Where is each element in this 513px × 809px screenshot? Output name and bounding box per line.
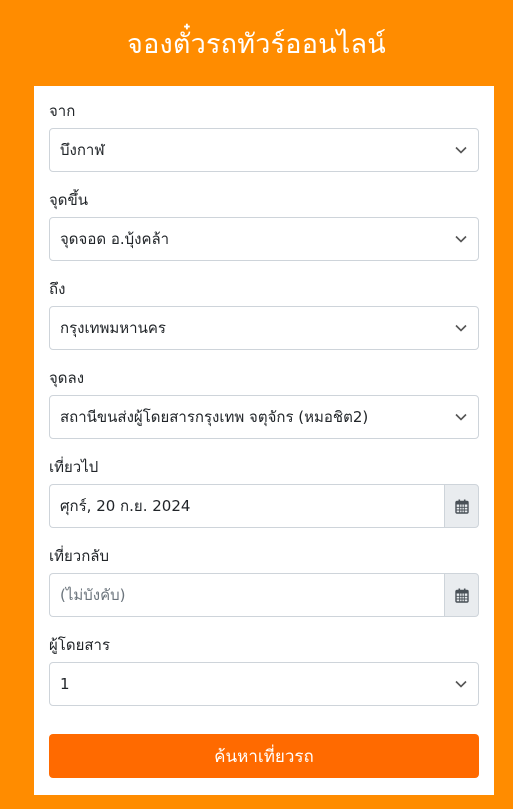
to-group: ถึง กรุงเทพมหานคร (49, 278, 479, 350)
dropoff-select[interactable]: สถานีขนส่งผู้โดยสารกรุงเทพ จตุจักร (หมอช… (49, 395, 479, 439)
return-label: เที่ยวกลับ (49, 547, 110, 565)
search-trips-button[interactable]: ค้นหาเที่ยวรถ (49, 734, 479, 778)
passengers-select[interactable]: 1 (49, 662, 479, 706)
dropoff-group: จุดลง สถานีขนส่งผู้โดยสารกรุงเทพ จตุจักร… (49, 367, 479, 439)
return-date-input[interactable]: (ไม่บังคับ) (49, 573, 445, 617)
depart-calendar-button[interactable] (444, 484, 479, 528)
to-label: ถึง (49, 280, 66, 298)
dropoff-label: จุดลง (49, 369, 85, 387)
chevron-down-icon (455, 413, 467, 421)
page-title: จองตั๋วรถทัวร์ออนไลน์ (127, 28, 386, 60)
depart-date-picker: ศุกร์, 20 ก.ย. 2024 (49, 484, 479, 528)
depart-group: เที่ยวไป ศุกร์, 20 ก.ย. 2024 (49, 456, 479, 528)
pickup-label: จุดขึ้น (49, 191, 89, 209)
calendar-icon (454, 588, 469, 603)
passengers-label: ผู้โดยสาร (49, 636, 111, 654)
pickup-select[interactable]: จุดจอด อ.บุ้งคล้า (49, 217, 479, 261)
dropoff-value: สถานีขนส่งผู้โดยสารกรุงเทพ จตุจักร (หมอช… (60, 408, 369, 426)
depart-date-input[interactable]: ศุกร์, 20 ก.ย. 2024 (49, 484, 445, 528)
passengers-value: 1 (60, 675, 70, 693)
booking-form: จาก บึงกาฬ จุดขึ้น จุดจอด อ.บุ้งคล้า ถึง… (34, 86, 494, 795)
from-select[interactable]: บึงกาฬ (49, 128, 479, 172)
from-group: จาก บึงกาฬ (49, 100, 479, 172)
return-date-picker: (ไม่บังคับ) (49, 573, 479, 617)
return-calendar-button[interactable] (444, 573, 479, 617)
depart-label: เที่ยวไป (49, 458, 99, 476)
to-value: กรุงเทพมหานคร (60, 319, 166, 337)
calendar-icon (454, 499, 469, 514)
page-header: จองตั๋วรถทัวร์ออนไลน์ (0, 0, 513, 86)
to-select[interactable]: กรุงเทพมหานคร (49, 306, 479, 350)
from-value: บึงกาฬ (60, 141, 105, 159)
chevron-down-icon (455, 324, 467, 332)
passengers-group: ผู้โดยสาร 1 (49, 634, 479, 706)
pickup-group: จุดขึ้น จุดจอด อ.บุ้งคล้า (49, 189, 479, 261)
return-group: เที่ยวกลับ (ไม่บังคับ) (49, 545, 479, 617)
pickup-value: จุดจอด อ.บุ้งคล้า (60, 230, 170, 248)
chevron-down-icon (455, 680, 467, 688)
chevron-down-icon (455, 146, 467, 154)
chevron-down-icon (455, 235, 467, 243)
from-label: จาก (49, 102, 76, 120)
